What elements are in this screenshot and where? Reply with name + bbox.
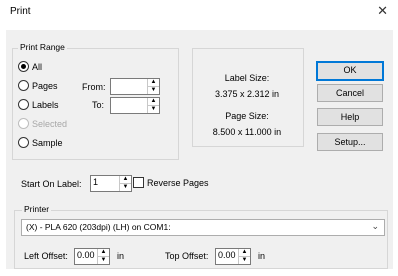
to-down-arrow-icon[interactable]: ▼ (148, 106, 159, 113)
reverse-pages-label: Reverse Pages (147, 177, 209, 188)
from-up-arrow-icon[interactable]: ▲ (148, 79, 159, 87)
left-offset-value[interactable]: 0.00 (77, 250, 95, 260)
radio-sample-label: Sample (32, 137, 63, 148)
start-on-label-caption: Start On Label: (21, 179, 82, 189)
dialog-body: Print Range All Pages Labels Selected Sa… (6, 30, 393, 269)
radio-labels-label: Labels (32, 99, 59, 110)
printer-group-label: Printer (22, 204, 52, 214)
radio-sample[interactable]: Sample (18, 137, 63, 149)
reverse-pages-option[interactable]: Reverse Pages (133, 177, 209, 189)
left-offset-arrows[interactable]: ▲ ▼ (97, 249, 109, 264)
from-stepper-arrows[interactable]: ▲ ▼ (147, 79, 159, 94)
radio-all-label: All (32, 61, 43, 72)
top-offset-stepper[interactable]: 0.00 ▲ ▼ (215, 248, 251, 265)
radio-selected-label: Selected (32, 118, 68, 129)
radio-labels[interactable]: Labels (18, 99, 59, 111)
radio-all[interactable]: All (18, 61, 43, 73)
label-size-caption: Label Size: (224, 73, 270, 83)
start-on-label-stepper[interactable]: 1 ▲ ▼ (90, 175, 132, 192)
to-label: To: (92, 100, 105, 110)
top-offset-up-arrow-icon[interactable]: ▲ (239, 249, 250, 257)
dialog-title: Print (10, 6, 31, 17)
left-offset-up-arrow-icon[interactable]: ▲ (98, 249, 109, 257)
radio-selected: Selected (18, 118, 68, 130)
radio-labels-button[interactable] (18, 99, 29, 111)
setup-button[interactable]: Setup... (317, 133, 383, 151)
print-range-label: Print Range (18, 42, 67, 52)
from-down-arrow-icon[interactable]: ▼ (148, 87, 159, 94)
top-offset-unit: in (258, 251, 266, 261)
label-size-value: 3.375 x 2.312 in (214, 89, 280, 99)
radio-sample-button[interactable] (18, 137, 29, 149)
chevron-down-icon[interactable]: ⌄ (371, 221, 379, 232)
top-offset-down-arrow-icon[interactable]: ▼ (239, 257, 250, 264)
radio-pages-button[interactable] (18, 80, 29, 92)
to-up-arrow-icon[interactable]: ▲ (148, 98, 159, 106)
to-stepper-arrows[interactable]: ▲ ▼ (147, 98, 159, 113)
radio-all-button[interactable] (18, 61, 29, 73)
printer-select-value: (X) - PLA 620 (203dpi) (LH) on COM1: (26, 222, 171, 232)
reverse-pages-checkbox[interactable] (133, 177, 144, 189)
left-offset-unit: in (117, 251, 125, 261)
top-offset-label: Top Offset: (165, 251, 209, 261)
start-up-arrow-icon[interactable]: ▲ (120, 176, 131, 184)
from-stepper[interactable]: ▲ ▼ (110, 78, 160, 95)
radio-pages-label: Pages (32, 80, 58, 91)
ok-button[interactable]: OK (316, 61, 384, 81)
page-size-caption: Page Size: (225, 111, 269, 121)
radio-pages[interactable]: Pages (18, 80, 58, 92)
help-button[interactable]: Help (317, 108, 383, 126)
cancel-button[interactable]: Cancel (317, 84, 383, 102)
left-offset-down-arrow-icon[interactable]: ▼ (98, 257, 109, 264)
start-stepper-arrows[interactable]: ▲ ▼ (119, 176, 131, 191)
to-stepper[interactable]: ▲ ▼ (110, 97, 160, 114)
top-offset-arrows[interactable]: ▲ ▼ (238, 249, 250, 264)
printer-select[interactable]: (X) - PLA 620 (203dpi) (LH) on COM1: ⌄ (21, 219, 385, 236)
close-icon[interactable]: ✕ (377, 3, 388, 19)
start-down-arrow-icon[interactable]: ▼ (120, 184, 131, 191)
left-offset-stepper[interactable]: 0.00 ▲ ▼ (74, 248, 110, 265)
left-offset-label: Left Offset: (24, 251, 68, 261)
page-size-value: 8.500 x 11.000 in (212, 127, 282, 137)
radio-selected-button (18, 118, 29, 130)
top-offset-value[interactable]: 0.00 (218, 250, 236, 260)
print-dialog: Print ✕ Print Range All Pages Labels Sel… (0, 0, 398, 276)
start-on-label-value[interactable]: 1 (93, 177, 98, 187)
from-label: From: (82, 82, 106, 92)
